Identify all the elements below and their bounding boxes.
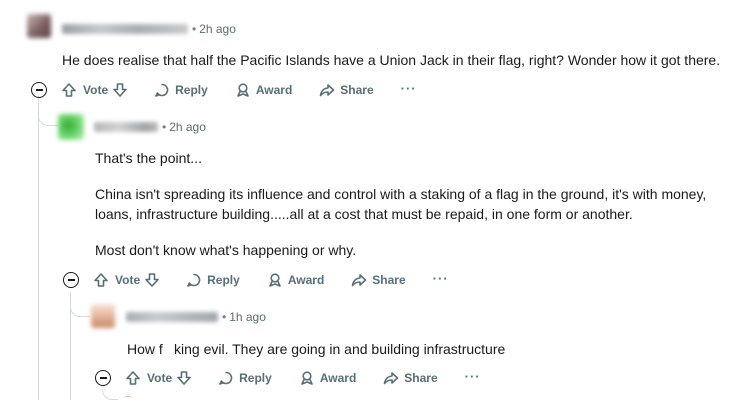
upvote-icon (62, 83, 76, 97)
more-options-icon[interactable]: ··· (433, 271, 449, 290)
award-icon (301, 371, 313, 385)
award-label: Award (287, 273, 325, 287)
share-label: Share (404, 371, 438, 385)
timestamp[interactable]: 2h ago (199, 22, 236, 36)
more-options-icon[interactable]: ··· (401, 81, 417, 100)
collapse-icon[interactable] (63, 272, 79, 288)
comment-paragraph: Most don't know what's happening or why. (95, 242, 357, 258)
downvote-button[interactable] (112, 82, 128, 98)
share-button[interactable]: Share (351, 272, 406, 288)
timestamp[interactable]: 2h ago (169, 120, 206, 134)
share-icon (351, 274, 367, 287)
share-label: Share (372, 273, 406, 287)
comment-paragraph: How f king evil. They are going in and b… (127, 341, 506, 357)
share-icon (383, 372, 399, 385)
vote-label: Vote (115, 273, 141, 287)
more-options-icon[interactable]: ··· (465, 369, 481, 388)
vote-group: Vote (93, 272, 160, 288)
comment-paragraph: China isn't spreading its influence and … (95, 186, 707, 222)
username[interactable] (94, 122, 158, 132)
upvote-icon (126, 371, 140, 385)
comment-meta: • 2h ago (62, 19, 236, 39)
comment-actions: Vote Reply Award Share ··· (31, 78, 417, 102)
award-label: Award (255, 83, 293, 97)
downvote-button[interactable] (144, 272, 160, 288)
reply-label: Reply (175, 83, 208, 97)
upvote-button[interactable] (61, 82, 77, 98)
comment-body: He does realise that half the Pacific Is… (62, 50, 742, 70)
next-comment-hint (124, 396, 132, 400)
comment-actions: Vote Reply Award Share ··· (95, 366, 481, 390)
avatar[interactable] (27, 14, 51, 38)
share-icon (319, 84, 335, 97)
upvote-button[interactable] (93, 272, 109, 288)
username[interactable] (62, 24, 188, 34)
reply-button[interactable]: Reply (186, 272, 240, 288)
comment-paragraph: He does realise that half the Pacific Is… (62, 52, 721, 68)
vote-group: Vote (125, 370, 192, 386)
thread-line-level-0 (38, 100, 39, 400)
award-button[interactable]: Award (235, 82, 292, 98)
downvote-icon (177, 371, 191, 385)
reply-button[interactable]: Reply (218, 370, 272, 386)
downvote-icon (145, 273, 159, 287)
share-label: Share (340, 83, 374, 97)
share-button[interactable]: Share (383, 370, 438, 386)
vote-group: Vote (61, 82, 128, 98)
separator-dot: • (162, 120, 167, 134)
reply-icon (155, 83, 169, 97)
award-icon (237, 83, 249, 97)
thread-elbow-level-3 (102, 390, 118, 400)
avatar[interactable] (91, 304, 115, 328)
reply-icon (187, 273, 201, 287)
award-button[interactable]: Award (267, 272, 324, 288)
thread-elbow-level-2 (70, 292, 90, 317)
username[interactable] (126, 312, 218, 322)
upvote-icon (94, 273, 108, 287)
avatar[interactable] (58, 114, 84, 140)
vote-label: Vote (83, 83, 109, 97)
comment-body: How f king evil. They are going in and b… (127, 339, 727, 359)
timestamp[interactable]: 1h ago (229, 310, 266, 324)
comment-meta: • 2h ago (94, 117, 206, 137)
award-button[interactable]: Award (299, 370, 356, 386)
downvote-button[interactable] (176, 370, 192, 386)
reply-label: Reply (239, 371, 272, 385)
reply-label: Reply (207, 273, 240, 287)
reply-icon (219, 371, 233, 385)
collapse-icon[interactable] (31, 82, 47, 98)
comment-actions: Vote Reply Award Share ··· (63, 268, 449, 292)
comment-meta: • 1h ago (126, 307, 266, 327)
comment-paragraph: That's the point... (95, 150, 202, 166)
upvote-button[interactable] (125, 370, 141, 386)
reply-button[interactable]: Reply (154, 82, 208, 98)
share-button[interactable]: Share (319, 82, 374, 98)
collapse-icon[interactable] (95, 370, 111, 386)
award-label: Award (319, 371, 357, 385)
separator-dot: • (192, 22, 197, 36)
award-icon (269, 273, 281, 287)
separator-dot: • (222, 310, 227, 324)
downvote-icon (113, 83, 127, 97)
vote-label: Vote (147, 371, 173, 385)
comment-body: That's the point... China isn't spreadin… (95, 148, 735, 260)
